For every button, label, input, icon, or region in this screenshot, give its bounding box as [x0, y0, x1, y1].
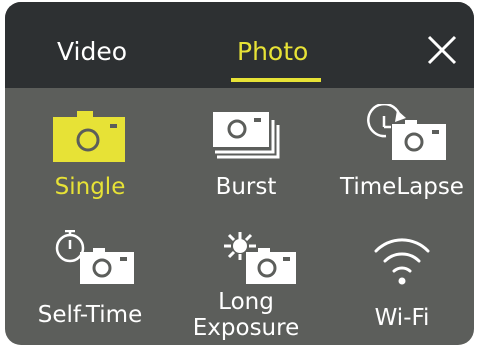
camera-icon: [53, 111, 125, 162]
mode-burst-label: Burst: [215, 174, 277, 200]
close-button[interactable]: [425, 33, 459, 67]
mode-timelapse[interactable]: TimeLapse: [324, 104, 474, 232]
tab-video[interactable]: Video: [57, 37, 127, 67]
mode-tab-bar: Video Photo: [5, 2, 474, 88]
mode-single[interactable]: Single: [12, 104, 168, 232]
mode-long-exposure-label-line1: Long: [218, 289, 274, 315]
mode-self-timer-label: Self-Time: [37, 302, 143, 328]
mode-burst[interactable]: Burst: [168, 104, 324, 232]
mode-self-timer[interactable]: Self-Time: [12, 230, 168, 345]
self-timer-icon: [55, 230, 134, 284]
mode-long-exposure[interactable]: Long Exposure: [168, 230, 324, 345]
mode-wifi-label: Wi-Fi: [374, 305, 430, 331]
close-icon: [427, 35, 457, 65]
tab-photo[interactable]: Photo: [237, 37, 308, 67]
mode-wifi[interactable]: Wi-Fi: [324, 230, 474, 345]
active-tab-indicator: [231, 78, 321, 82]
mode-single-label: Single: [54, 174, 126, 200]
wifi-icon: [374, 238, 430, 285]
mode-timelapse-label: TimeLapse: [340, 174, 464, 200]
timelapse-icon: [367, 104, 446, 160]
burst-icon: [213, 112, 280, 159]
photo-mode-menu: Video Photo Single Burst TimeLapse Self-…: [5, 2, 474, 345]
mode-long-exposure-label-line2: Exposure: [192, 315, 300, 341]
